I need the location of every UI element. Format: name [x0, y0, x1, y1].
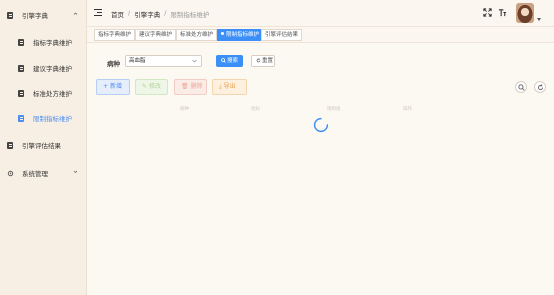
sidebar-item-label: 指标字典维护 [33, 39, 72, 47]
download-icon: ⤓ [219, 83, 222, 90]
sidebar-item-engine-dict[interactable]: 引擎字典 [0, 5, 87, 25]
disease-label: 病种 [107, 60, 120, 68]
edit-icon: ✎ [142, 83, 148, 90]
caret-down-icon[interactable] [537, 18, 541, 21]
add-button-label: 新增 [110, 83, 123, 90]
breadcrumb-engine-dict[interactable]: 引擎字典 [134, 9, 160, 19]
fullscreen-icon[interactable] [483, 8, 492, 17]
user-avatar[interactable] [516, 3, 534, 23]
export-button-label: 导出 [223, 83, 236, 90]
document-icon [18, 114, 25, 122]
column-header: 操作 [403, 107, 412, 112]
document-icon [7, 141, 14, 149]
sidebar-item-system-admin[interactable]: 系统管理 [0, 163, 87, 183]
column-header: 指标 [251, 107, 260, 112]
top-header: 首页 / 引擎字典 / 限制指标维护 [87, 0, 554, 27]
delete-button[interactable]: 🗑 删除 [174, 79, 207, 95]
search-icon [518, 84, 525, 91]
add-button[interactable]: + 新增 [96, 79, 130, 95]
table-header: 病种 指标 限制值 操作 [87, 106, 554, 114]
breadcrumb-separator: / [164, 9, 167, 17]
refresh-table-button[interactable] [534, 81, 546, 93]
chevron-up-icon [73, 12, 78, 15]
sidebar-item-limit-indicator[interactable]: 限制指标维护 [0, 108, 87, 128]
search-button[interactable]: 搜索 [216, 55, 243, 67]
tab-advice-dict[interactable]: 建议字典维护 [135, 29, 177, 41]
plus-icon: + [103, 83, 109, 90]
breadcrumb: 首页 / 引擎字典 / 限制指标维护 [111, 9, 209, 19]
loading-spinner-icon [313, 117, 329, 133]
sidebar-item-engine-eval[interactable]: 引擎评估结果 [0, 135, 87, 155]
font-size-icon[interactable] [498, 8, 507, 17]
export-button[interactable]: ⤓ 导出 [212, 79, 247, 95]
search-button-label: 搜索 [227, 58, 239, 64]
tab-engine-eval[interactable]: 引擎评估结果 [261, 29, 303, 41]
document-icon [7, 11, 14, 19]
refresh-icon [256, 57, 261, 62]
sidebar-item-label: 限制指标维护 [33, 115, 72, 123]
sidebar-item-label: 引擎评估结果 [22, 142, 61, 150]
disease-select-value: 高血脂 [129, 58, 146, 64]
document-icon [18, 89, 25, 97]
reset-button[interactable]: 重置 [251, 55, 275, 67]
refresh-icon [537, 84, 544, 91]
toggle-search-button[interactable] [515, 81, 527, 93]
edit-button-label: 修改 [149, 83, 162, 90]
document-icon [18, 64, 25, 72]
document-icon [18, 38, 25, 46]
sidebar: 引擎字典 指标字典维护 建议字典维护 标准处方维护 限制指标维护 引擎评估结果 … [0, 0, 87, 295]
disease-select[interactable]: 高血脂 [125, 55, 202, 67]
chevron-down-icon [73, 170, 78, 173]
sidebar-item-label: 建议字典维护 [33, 65, 72, 73]
tab-limit-indicator[interactable]: 限制指标维护 [217, 29, 264, 41]
sidebar-item-label: 系统管理 [22, 170, 48, 178]
search-icon [221, 57, 226, 63]
sidebar-item-indicator-dict[interactable]: 指标字典维护 [0, 32, 87, 52]
trash-icon: 🗑 [181, 83, 189, 90]
column-header: 限制值 [327, 107, 341, 112]
sidebar-item-advice-dict[interactable]: 建议字典维护 [0, 58, 87, 78]
column-header: 病种 [180, 107, 189, 112]
reset-button-label: 重置 [262, 58, 274, 64]
breadcrumb-home[interactable]: 首页 [111, 9, 124, 19]
delete-button-label: 删除 [190, 83, 203, 90]
sidebar-item-standard-prescription[interactable]: 标准处方维护 [0, 83, 87, 103]
tab-standard-prescription[interactable]: 标准处方维护 [176, 29, 218, 41]
sidebar-item-label: 标准处方维护 [33, 90, 72, 98]
breadcrumb-current: 限制指标维护 [170, 11, 210, 19]
main-content: 病种 高血脂 搜索 重置 + 新增 ✎ 修改 🗑 删除 ⤓ 导出 病种 指标 限制值 操… [87, 43, 554, 295]
menu-toggle-icon[interactable] [94, 9, 102, 17]
tags-bar: 指标字典维护 建议字典维护 标准处方维护 限制指标维护 引擎评估结果 [87, 27, 554, 43]
sidebar-item-label: 引擎字典 [22, 12, 48, 20]
edit-button[interactable]: ✎ 修改 [135, 79, 168, 95]
chevron-down-icon [192, 59, 197, 63]
gear-icon [7, 170, 14, 177]
tab-indicator-dict[interactable]: 指标字典维护 [94, 29, 136, 41]
breadcrumb-separator: / [128, 9, 131, 17]
